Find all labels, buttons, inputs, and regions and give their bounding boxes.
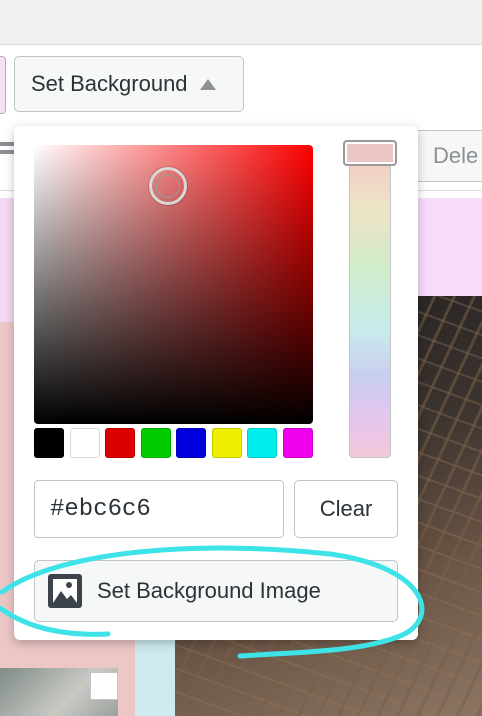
color-swatch[interactable] bbox=[34, 428, 64, 458]
clear-button[interactable]: Clear bbox=[294, 480, 398, 538]
set-background-label: Set Background bbox=[31, 71, 188, 96]
set-background-button[interactable]: Set Background bbox=[14, 56, 244, 112]
color-swatch[interactable] bbox=[211, 428, 242, 458]
color-swatch[interactable] bbox=[176, 428, 206, 458]
delete-label: Dele bbox=[433, 143, 479, 168]
caret-up-icon bbox=[199, 78, 216, 90]
hue-slider-handle[interactable] bbox=[343, 140, 397, 166]
set-background-image-label: Set Background Image bbox=[97, 578, 321, 603]
image-icon bbox=[48, 574, 82, 608]
color-swatch[interactable] bbox=[247, 428, 277, 458]
hex-color-input[interactable]: #ebc6c6 bbox=[34, 480, 284, 538]
color-swatch[interactable] bbox=[105, 428, 135, 458]
thumbnail-checkbox[interactable] bbox=[90, 672, 118, 700]
light-blue-column bbox=[135, 630, 175, 716]
clear-label: Clear bbox=[319, 496, 373, 521]
color-swatch[interactable] bbox=[69, 428, 100, 458]
color-swatch[interactable] bbox=[282, 428, 313, 458]
previous-button-edge[interactable] bbox=[0, 56, 6, 114]
top-bar bbox=[0, 0, 482, 45]
set-background-image-button[interactable]: Set Background Image bbox=[34, 560, 398, 622]
hex-color-value: #ebc6c6 bbox=[50, 496, 151, 523]
color-swatches bbox=[34, 428, 314, 460]
delete-button[interactable]: Dele bbox=[414, 130, 482, 182]
hue-slider[interactable] bbox=[349, 150, 391, 458]
color-picker-handle[interactable] bbox=[149, 167, 187, 205]
color-swatch[interactable] bbox=[140, 428, 171, 458]
